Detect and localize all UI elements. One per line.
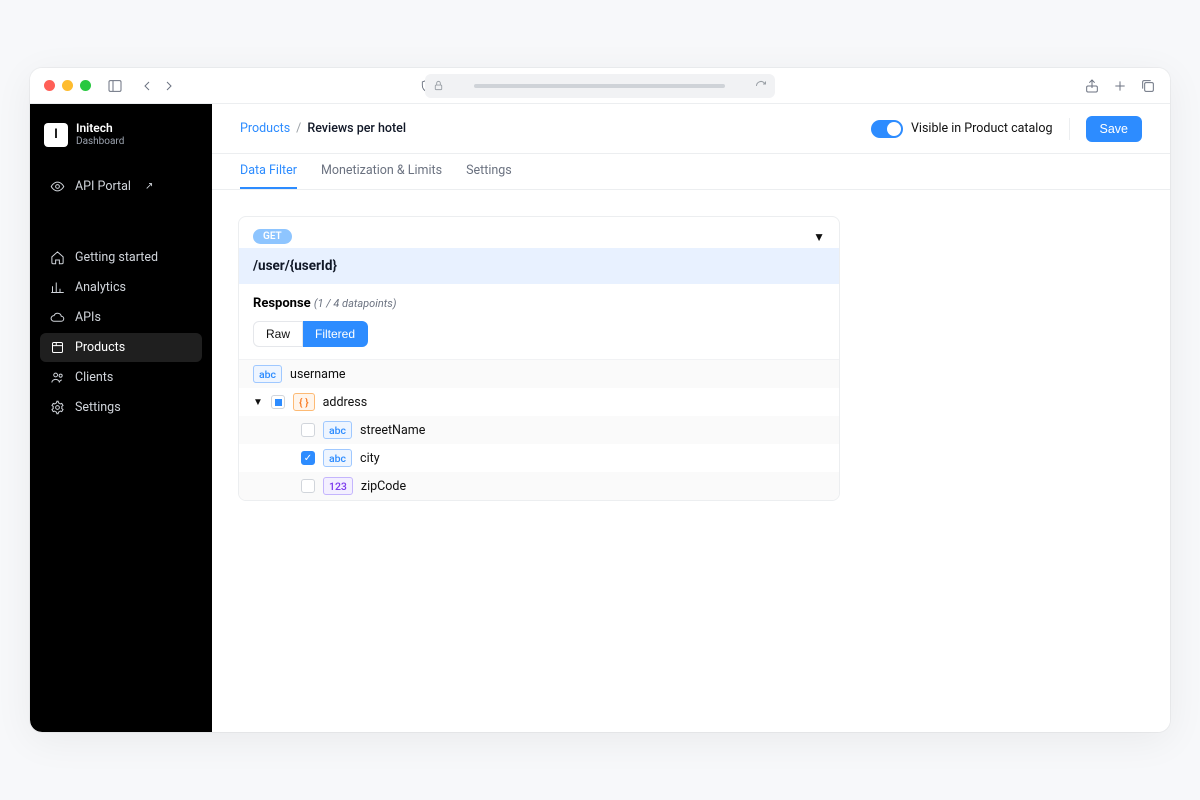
- response-header: Response (1 / 4 datapoints) Raw Filtered: [239, 284, 839, 360]
- tab-monetization-limits[interactable]: Monetization & Limits: [321, 154, 442, 189]
- http-method-pill: GET: [253, 229, 292, 244]
- breadcrumb-current: Reviews per hotel: [307, 121, 406, 136]
- window-minimize-button[interactable]: [62, 80, 73, 91]
- field-row-zipcode[interactable]: 123 zipCode: [239, 472, 839, 500]
- type-tag-number-icon: 123: [323, 477, 353, 495]
- divider: [1069, 118, 1070, 140]
- browser-back-icon[interactable]: [139, 78, 155, 94]
- tab-data-filter[interactable]: Data Filter: [240, 154, 297, 189]
- field-row-streetname[interactable]: abc streetName: [239, 416, 839, 444]
- window-close-button[interactable]: [44, 80, 55, 91]
- gear-icon: [50, 400, 65, 415]
- sidebar-item-products[interactable]: Products: [40, 333, 202, 362]
- field-row-username[interactable]: abc username: [239, 360, 839, 388]
- sidebar-toggle-icon[interactable]: [107, 78, 123, 94]
- type-tag-string-icon: abc: [323, 421, 352, 439]
- checkbox-streetname[interactable]: [301, 423, 315, 437]
- segmented-option-raw[interactable]: Raw: [253, 321, 303, 347]
- sidebar-item-label: Analytics: [75, 280, 126, 295]
- visibility-toggle[interactable]: [871, 120, 903, 138]
- breadcrumb-separator: /: [296, 121, 301, 136]
- field-row-address[interactable]: ▼ { } address: [239, 388, 839, 416]
- response-meta: (1 / 4 datapoints): [314, 297, 397, 310]
- field-label: streetName: [360, 423, 425, 438]
- sidebar-item-label: Getting started: [75, 250, 158, 265]
- org-name: Initech: [76, 122, 124, 136]
- org-switcher[interactable]: I Initech Dashboard: [40, 120, 202, 161]
- type-tag-string-icon: abc: [323, 449, 352, 467]
- field-label: city: [360, 451, 380, 466]
- eye-icon: [50, 179, 65, 194]
- cloud-icon: [50, 310, 65, 325]
- home-icon: [50, 250, 65, 265]
- field-label: address: [323, 395, 368, 410]
- sidebar-item-getting-started[interactable]: Getting started: [40, 243, 202, 272]
- endpoint-card: GET ▼ /user/{userId} Response (1 / 4 dat…: [238, 216, 840, 501]
- tabs-overview-icon[interactable]: [1140, 78, 1156, 94]
- package-icon: [50, 340, 65, 355]
- response-title-text: Response: [253, 296, 311, 311]
- org-logo: I: [44, 123, 68, 147]
- checkbox-address[interactable]: [271, 395, 285, 409]
- checkbox-city[interactable]: ✓: [301, 451, 315, 465]
- sidebar-item-analytics[interactable]: Analytics: [40, 273, 202, 302]
- main-content: Products / Reviews per hotel Visible in …: [212, 104, 1170, 732]
- caret-down-icon[interactable]: ▼: [253, 397, 263, 408]
- save-button[interactable]: Save: [1086, 116, 1143, 142]
- page-tabs: Data Filter Monetization & Limits Settin…: [212, 154, 1170, 190]
- window-body: I Initech Dashboard API Portal ↗ Getting…: [30, 104, 1170, 732]
- checkbox-zipcode[interactable]: [301, 479, 315, 493]
- url-placeholder: [474, 84, 725, 88]
- chevron-down-icon: ▼: [813, 230, 825, 244]
- segmented-option-filtered[interactable]: Filtered: [303, 321, 368, 347]
- type-tag-string-icon: abc: [253, 365, 282, 383]
- type-tag-object-icon: { }: [293, 393, 315, 411]
- sidebar-item-settings[interactable]: Settings: [40, 393, 202, 422]
- browser-window: I Initech Dashboard API Portal ↗ Getting…: [30, 68, 1170, 732]
- sidebar-item-label: Clients: [75, 370, 113, 385]
- response-title: Response (1 / 4 datapoints): [253, 296, 825, 311]
- sidebar-item-api-portal[interactable]: API Portal ↗: [40, 172, 202, 201]
- visibility-toggle-label: Visible in Product catalog: [911, 121, 1053, 136]
- browser-right-controls: [1084, 78, 1156, 94]
- field-label: zipCode: [361, 479, 406, 494]
- share-icon[interactable]: [1084, 78, 1100, 94]
- browser-nav-buttons: [139, 78, 177, 94]
- tab-settings[interactable]: Settings: [466, 154, 512, 189]
- endpoint-card-header[interactable]: GET ▼: [239, 217, 839, 248]
- field-tree: abc username ▼ { } address abc s: [239, 360, 839, 500]
- sidebar-item-clients[interactable]: Clients: [40, 363, 202, 392]
- org-subtitle: Dashboard: [76, 136, 124, 148]
- field-row-city[interactable]: ✓ abc city: [239, 444, 839, 472]
- visibility-toggle-row: Visible in Product catalog: [871, 120, 1053, 138]
- breadcrumb: Products / Reviews per hotel: [240, 121, 406, 136]
- page-topbar: Products / Reviews per hotel Visible in …: [212, 104, 1170, 154]
- sidebar-item-apis[interactable]: APIs: [40, 303, 202, 332]
- sidebar-item-label: APIs: [75, 310, 101, 325]
- external-link-icon: ↗: [145, 181, 153, 192]
- window-traffic-lights: [44, 80, 91, 91]
- content-area: GET ▼ /user/{userId} Response (1 / 4 dat…: [212, 190, 1170, 527]
- reload-icon[interactable]: [755, 80, 767, 92]
- browser-url-bar[interactable]: [425, 74, 775, 98]
- lock-icon: [433, 80, 444, 91]
- app-sidebar: I Initech Dashboard API Portal ↗ Getting…: [30, 104, 212, 732]
- sidebar-item-label: Products: [75, 340, 125, 355]
- new-tab-icon[interactable]: [1112, 78, 1128, 94]
- field-label: username: [290, 367, 346, 382]
- users-icon: [50, 370, 65, 385]
- breadcrumb-root[interactable]: Products: [240, 121, 290, 136]
- window-maximize-button[interactable]: [80, 80, 91, 91]
- response-view-segmented: Raw Filtered: [253, 321, 825, 347]
- sidebar-item-label: Settings: [75, 400, 121, 415]
- browser-chrome-toolbar: [30, 68, 1170, 104]
- sidebar-item-label: API Portal: [75, 179, 131, 194]
- endpoint-path: /user/{userId}: [239, 248, 839, 284]
- chart-icon: [50, 280, 65, 295]
- browser-forward-icon[interactable]: [161, 78, 177, 94]
